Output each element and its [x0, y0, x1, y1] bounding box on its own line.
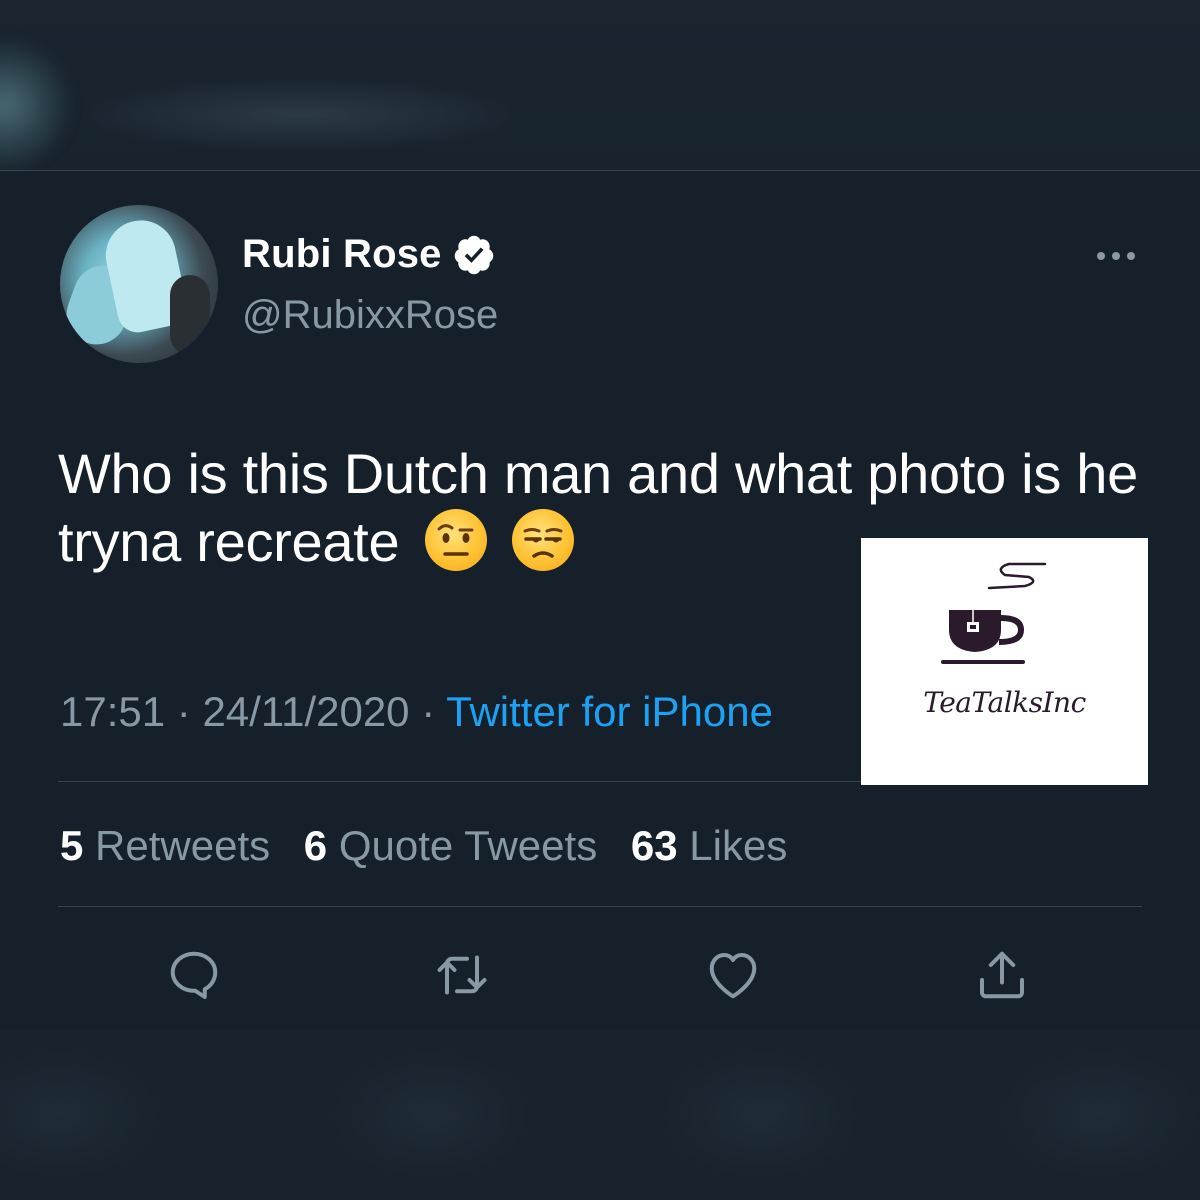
handle[interactable]: @RubixxRose	[242, 293, 498, 338]
blurred-reply-area	[0, 1030, 1200, 1200]
blurred-text	[90, 80, 510, 150]
verified-badge-icon	[454, 235, 493, 274]
share-icon	[980, 951, 1024, 999]
more-icon[interactable]	[1094, 246, 1138, 266]
tea-cup-icon	[941, 562, 1047, 664]
likes-count: 63	[630, 822, 678, 869]
blurred-avatar	[0, 40, 70, 170]
share-button[interactable]	[972, 945, 1032, 1010]
tweet-time: 17:51	[60, 688, 166, 735]
watermark-text: TeaTalksInc	[923, 686, 1086, 719]
retweets-label: Retweets	[95, 822, 271, 869]
likes-stat[interactable]: 63 Likes	[631, 822, 787, 869]
blurred-previous-tweet	[0, 0, 1200, 171]
meta-separator: ·	[421, 688, 436, 735]
retweets-stat[interactable]: 5 Retweets	[60, 822, 270, 869]
like-button[interactable]	[703, 945, 763, 1010]
retweet-icon	[437, 955, 487, 995]
avatar[interactable]	[60, 205, 218, 363]
quotes-label: Quote Tweets	[338, 822, 598, 869]
divider	[58, 906, 1142, 907]
tweet-meta: 17:51 · 24/11/2020 · Twitter for iPhone	[60, 688, 773, 736]
like-icon	[709, 953, 757, 999]
tea-talks-watermark: TeaTalksInc	[861, 538, 1148, 785]
retweet-button[interactable]	[432, 945, 492, 1010]
reply-button[interactable]	[164, 945, 224, 1010]
face-with-raised-eyebrow-icon	[424, 509, 487, 571]
likes-label: Likes	[689, 822, 788, 869]
quotes-count: 6	[303, 822, 328, 869]
quote-tweets-stat[interactable]: 6 Quote Tweets	[304, 822, 597, 869]
tweet-source-link[interactable]: Twitter for iPhone	[446, 688, 773, 735]
retweets-count: 5	[60, 822, 84, 869]
author-name-row[interactable]: Rubi Rose	[242, 232, 496, 277]
reply-icon	[170, 951, 218, 999]
unamused-face-icon	[511, 509, 574, 571]
display-name[interactable]: Rubi Rose	[242, 232, 442, 277]
tweet-date: 24/11/2020	[202, 688, 410, 735]
avatar-detail	[170, 275, 210, 355]
meta-separator: ·	[176, 688, 191, 735]
tweet-stats: 5 Retweets 6 Quote Tweets 63 Likes	[60, 822, 809, 870]
